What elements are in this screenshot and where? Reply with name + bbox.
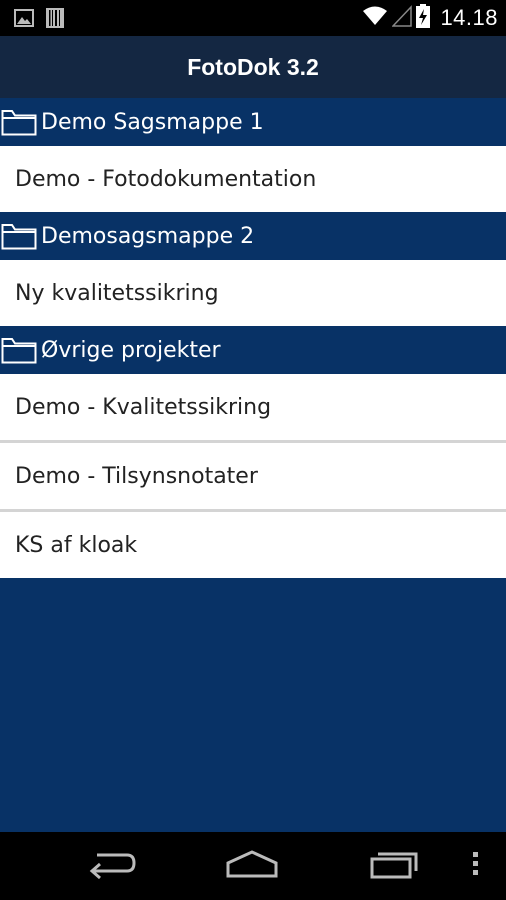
back-icon bbox=[87, 849, 137, 884]
section-header[interactable]: Demosagsmappe 2 bbox=[0, 212, 506, 260]
list-item[interactable]: Demo - Fotodokumentation bbox=[0, 146, 506, 212]
cell-signal-icon bbox=[391, 4, 413, 32]
list-item[interactable]: KS af kloak bbox=[0, 512, 506, 578]
list-item-label: Demo - Tilsynsnotater bbox=[15, 463, 258, 489]
overflow-menu-icon bbox=[472, 851, 480, 882]
list-item[interactable]: Demo - Tilsynsnotater bbox=[0, 443, 506, 512]
status-bar: 14.18 bbox=[0, 0, 506, 36]
section-header-label: Demo Sagsmappe 1 bbox=[41, 109, 264, 135]
section-header-label: Demosagsmappe 2 bbox=[41, 223, 255, 249]
folder-icon bbox=[1, 336, 37, 364]
list-item[interactable]: Ny kvalitetssikring bbox=[0, 260, 506, 326]
home-icon bbox=[224, 849, 280, 884]
back-button[interactable] bbox=[82, 846, 142, 886]
list-item-label: Ny kvalitetssikring bbox=[15, 280, 219, 306]
barcode-icon bbox=[46, 8, 64, 33]
overflow-menu-button[interactable] bbox=[456, 846, 496, 886]
section-header[interactable]: Øvrige projekter bbox=[0, 326, 506, 374]
project-list: Demo Sagsmappe 1 Demo - Fotodokumentatio… bbox=[0, 98, 506, 578]
navigation-bar bbox=[0, 832, 506, 900]
folder-icon bbox=[1, 108, 37, 136]
screen: 14.18 FotoDok 3.2 Demo Sagsmappe 1 Demo … bbox=[0, 0, 506, 900]
battery-charging-icon bbox=[416, 3, 431, 33]
status-time: 14.18 bbox=[440, 5, 498, 30]
list-item-label: Demo - Kvalitetssikring bbox=[15, 394, 272, 420]
wifi-icon bbox=[362, 5, 388, 32]
status-bar-right: 14.18 bbox=[362, 3, 498, 33]
status-bar-left bbox=[14, 8, 64, 33]
section-header-label: Øvrige projekter bbox=[41, 337, 221, 363]
folder-icon bbox=[1, 222, 37, 250]
section-header[interactable]: Demo Sagsmappe 1 bbox=[0, 98, 506, 146]
list-item-label: Demo - Fotodokumentation bbox=[15, 166, 317, 192]
recent-apps-button[interactable] bbox=[364, 846, 424, 886]
action-bar: FotoDok 3.2 bbox=[0, 36, 506, 98]
home-button[interactable] bbox=[222, 846, 282, 886]
app-title: FotoDok 3.2 bbox=[187, 53, 319, 80]
list-item[interactable]: Demo - Kvalitetssikring bbox=[0, 374, 506, 443]
picture-icon bbox=[14, 9, 34, 32]
list-item-label: KS af kloak bbox=[15, 532, 138, 558]
recent-apps-icon bbox=[368, 849, 420, 884]
